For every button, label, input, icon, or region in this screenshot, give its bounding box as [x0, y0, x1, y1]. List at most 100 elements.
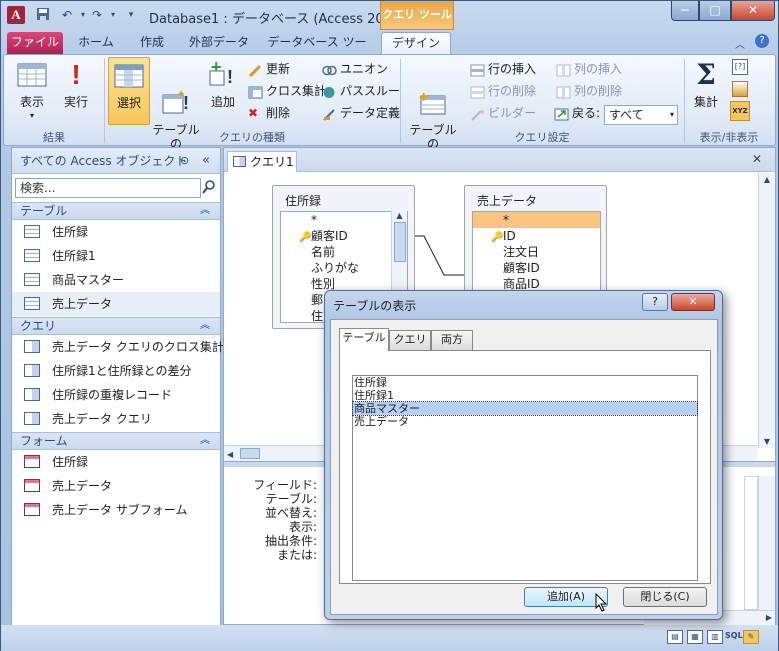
- nav-pane-header[interactable]: すべての Access オブジェクト ⊙ «: [12, 148, 220, 174]
- field-item-primary-key[interactable]: 🔑 ID: [473, 228, 600, 244]
- append-query-button[interactable]: +! 追加: [204, 57, 242, 109]
- nav-item-form[interactable]: 売上データ: [12, 474, 220, 498]
- list-item[interactable]: 住所録: [353, 376, 697, 389]
- union-query-button[interactable]: ユニオン: [322, 59, 388, 79]
- tab-tables[interactable]: テーブル: [339, 328, 389, 351]
- select-query-button[interactable]: 選択: [108, 57, 150, 125]
- minimize-ribbon-icon[interactable]: ︿: [735, 36, 745, 51]
- delete-query-button[interactable]: ✖ 削除: [248, 103, 290, 123]
- tab-external-data[interactable]: 外部データ: [181, 32, 257, 54]
- query-tools-context-header: クエリ ツール: [380, 1, 454, 30]
- nav-menu-chevron-icon[interactable]: ⊙: [180, 148, 189, 174]
- crosstab-query-button[interactable]: クロス集計: [248, 81, 326, 101]
- nav-item-table[interactable]: 商品マスター: [12, 268, 220, 292]
- nav-section-queries[interactable]: クエリ ︽: [12, 317, 220, 335]
- document-tab-bar: クエリ1 ✕: [224, 148, 775, 172]
- dialog-tab-panel: 住所録 住所録1 商品マスター 売上データ: [339, 350, 711, 584]
- nav-item-table[interactable]: 住所録: [12, 220, 220, 244]
- datasheet-view-icon[interactable]: ▤: [667, 630, 683, 644]
- table-icon: [24, 225, 40, 238]
- view-button[interactable]: 表示 ▾: [12, 59, 52, 123]
- list-item[interactable]: 売上データ: [353, 415, 697, 428]
- delete-columns-button[interactable]: 列の削除: [556, 81, 622, 101]
- field-item-primary-key[interactable]: 🔑 顧客ID: [281, 228, 407, 244]
- property-sheet-icon[interactable]: [732, 81, 748, 97]
- collapse-pane-icon[interactable]: «: [202, 148, 210, 174]
- insert-columns-button[interactable]: 列の挿入: [556, 59, 622, 79]
- data-definition-button[interactable]: データ定義: [322, 103, 400, 123]
- undo-icon[interactable]: ↶: [59, 7, 75, 23]
- list-item[interactable]: 住所録1: [353, 389, 697, 402]
- minimize-button[interactable]: ─: [671, 1, 699, 21]
- nav-item-query[interactable]: 住所録の重複レコード: [12, 383, 220, 407]
- nav-section-forms[interactable]: フォーム ︽: [12, 432, 220, 450]
- totals-button[interactable]: Σ 集計: [688, 59, 724, 110]
- passthrough-query-button[interactable]: パススルー: [322, 81, 400, 101]
- field-item[interactable]: 注文日: [473, 244, 600, 260]
- return-icon: [554, 107, 569, 121]
- tab-file[interactable]: ファイル: [7, 32, 63, 54]
- design-view-icon[interactable]: ✎: [743, 630, 759, 644]
- dialog-help-button[interactable]: ?: [642, 293, 668, 311]
- field-item[interactable]: *: [281, 212, 407, 228]
- collapse-chevron-icon: ︽: [200, 320, 210, 331]
- pivottable-view-icon[interactable]: ▦: [687, 630, 703, 644]
- parameters-icon[interactable]: [?]: [732, 59, 748, 75]
- pivotchart-view-icon[interactable]: ▥: [707, 630, 723, 644]
- close-dialog-button[interactable]: 閉じる(C): [623, 587, 707, 607]
- field-item[interactable]: ふりがな: [281, 260, 407, 276]
- return-top-values-select[interactable]: すべて ▾: [604, 105, 678, 125]
- nav-item-query[interactable]: 売上データ クエリのクロス集計: [12, 335, 224, 359]
- redo-dropdown-icon[interactable]: ▾: [105, 7, 121, 23]
- maximize-button[interactable]: □: [699, 1, 731, 21]
- design-grid-vertical-scrollbar[interactable]: [758, 476, 775, 610]
- update-query-button[interactable]: 更新: [248, 59, 290, 79]
- search-icon[interactable]: [202, 179, 218, 197]
- design-grid-column[interactable]: [744, 476, 758, 610]
- nav-search-input[interactable]: 検索...: [15, 178, 201, 198]
- nav-section-tables[interactable]: テーブル ︽: [12, 202, 220, 220]
- navigation-pane: すべての Access オブジェクト ⊙ « 検索... テーブル ︽ 住所録 住…: [11, 147, 224, 647]
- close-button[interactable]: ✕: [731, 1, 775, 21]
- close-document-icon[interactable]: ✕: [752, 152, 762, 166]
- tab-home[interactable]: ホーム: [73, 32, 119, 54]
- tab-create[interactable]: 作成: [129, 32, 175, 54]
- list-item-selected[interactable]: 商品マスター: [352, 401, 698, 416]
- redo-icon[interactable]: ↷: [89, 7, 105, 23]
- nav-item-table[interactable]: 住所録1: [12, 244, 220, 268]
- nav-section-label: テーブル: [20, 204, 68, 218]
- nav-item-form[interactable]: 売上データ サブフォーム: [12, 498, 220, 522]
- field-item[interactable]: 名前: [281, 244, 407, 260]
- tab-database-tools[interactable]: データベース ツール: [265, 32, 369, 70]
- nav-item-form[interactable]: 住所録: [12, 450, 220, 474]
- tab-design[interactable]: デザイン: [381, 32, 451, 54]
- view-dropdown-icon: ▾: [29, 111, 34, 120]
- customize-qat-icon[interactable]: ▾: [123, 7, 139, 23]
- svg-text:✦: ✦: [177, 89, 185, 100]
- nav-item-query[interactable]: 売上データ クエリ: [12, 407, 220, 431]
- table-listbox[interactable]: 住所録 住所録1 商品マスター 売上データ: [352, 375, 698, 581]
- field-item[interactable]: 顧客ID: [473, 260, 600, 276]
- table-pane-vertical-scrollbar[interactable]: ▲ ▼: [758, 173, 775, 448]
- save-icon[interactable]: [35, 7, 51, 23]
- help-icon[interactable]: ?: [755, 34, 769, 48]
- tab-queries[interactable]: クエリ: [389, 330, 431, 350]
- builder-button[interactable]: ✦ ビルダー: [470, 103, 536, 123]
- grid-label-criteria: 抽出条件:: [264, 534, 317, 548]
- tab-query1[interactable]: クエリ1: [227, 151, 297, 172]
- append-plus-icon: +!: [207, 57, 239, 91]
- tab-both[interactable]: 両方: [431, 330, 473, 350]
- delete-rows-button[interactable]: 行の削除: [470, 81, 536, 101]
- table-names-icon[interactable]: XYZ: [730, 101, 750, 121]
- dialog-close-button[interactable]: ✕: [671, 293, 715, 311]
- nav-item-table[interactable]: 売上データ: [12, 292, 220, 316]
- svg-text:✦: ✦: [479, 108, 485, 117]
- nav-item-query[interactable]: 住所録1と住所録との差分: [12, 359, 220, 383]
- access-app-icon[interactable]: A: [7, 6, 25, 24]
- nav-pane-title: すべての Access オブジェクト: [20, 154, 188, 168]
- field-item[interactable]: *: [473, 212, 600, 228]
- sql-view-button[interactable]: SQL: [725, 631, 743, 640]
- insert-rows-button[interactable]: 行の挿入: [470, 59, 536, 79]
- run-button[interactable]: ! 実行: [56, 59, 96, 109]
- insert-rows-icon: [470, 63, 485, 77]
